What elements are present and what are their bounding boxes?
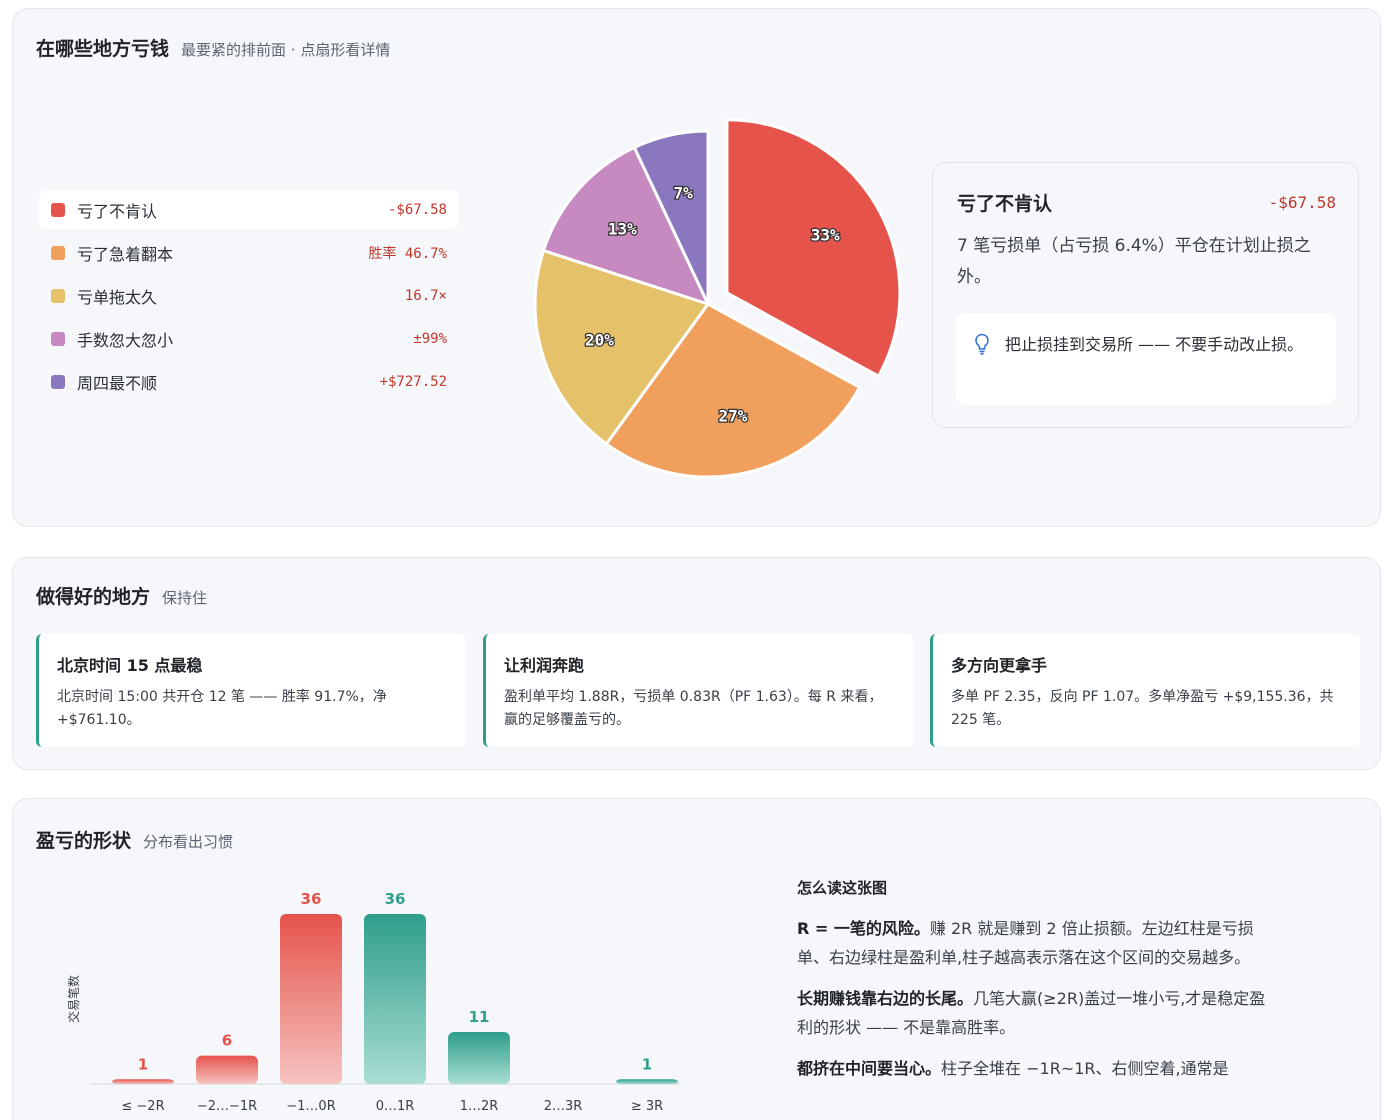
legend-label: 周四最不顺 xyxy=(77,373,158,393)
strengths-cards: 北京时间 15 点最稳 北京时间 15:00 共开仓 12 笔 —— 胜率 91… xyxy=(36,634,1360,747)
legend-swatch xyxy=(51,202,65,217)
legend-value: -$67.58 xyxy=(387,201,447,218)
x-tick-label: 1…2R xyxy=(460,1099,499,1114)
detail-value: -$67.58 xyxy=(1268,193,1336,212)
strength-title: 北京时间 15 点最稳 xyxy=(57,656,203,675)
chart-explanation: 怎么读这张图 R = 一笔的风险。赚 2R 就是赚到 2 倍止损额。左边红柱是亏… xyxy=(797,877,1277,1095)
bar-value-label: 36 xyxy=(385,890,406,908)
histogram-bar[interactable] xyxy=(280,914,342,1084)
bar-value-label: 6 xyxy=(222,1032,232,1050)
r-distribution-chart: 交易笔数 1 ≤ −2R 6 −2…−1R 36 −1…0R 36 0…1R 11 1…2R 2…3R… xyxy=(66,890,681,1114)
pie-slice-label: 27% xyxy=(718,406,747,425)
detail-title: 亏了不肯认 xyxy=(957,193,1053,215)
legend-label: 亏了不肯认 xyxy=(77,201,158,221)
x-tick-label: 0…1R xyxy=(376,1099,415,1114)
explanation-paragraph: 长期赚钱靠右边的长尾。几笔大赢(≥2R)盖过一堆小亏,才是稳定盈利的形状 —— … xyxy=(797,984,1277,1042)
legend-item-thursday[interactable]: 周四最不顺 +$727.52 xyxy=(39,362,459,401)
losses-title: 在哪些地方亏钱 xyxy=(36,38,170,60)
legend-value: +$727.52 xyxy=(379,373,447,390)
histogram-bar[interactable] xyxy=(448,1032,510,1084)
distribution-panel: 盈亏的形状 分布看出习惯 交易笔数 1 ≤ −2R 6 −2…−1R 36 −1…0R 36 0… xyxy=(12,798,1381,1120)
losses-header: 在哪些地方亏钱 最要紧的排前面 · 点扇形看详情 xyxy=(36,34,390,61)
histogram-bar[interactable] xyxy=(364,914,426,1084)
loss-detail-card: 亏了不肯认 -$67.58 7 笔亏损单（占亏损 6.4%）平仓在计划止损之外。… xyxy=(932,162,1359,428)
strength-card: 多方向更拿手 多单 PF 2.35，反向 PF 1.07。多单净盈亏 +$9,1… xyxy=(930,634,1360,747)
detail-description: 7 笔亏损单（占亏损 6.4%）平仓在计划止损之外。 xyxy=(957,236,1311,287)
pie-slice-label: 7% xyxy=(673,184,693,203)
pie-slice-label: 20% xyxy=(585,330,614,349)
strength-desc: 多单 PF 2.35，反向 PF 1.07。多单净盈亏 +$9,155.36，共… xyxy=(951,689,1334,728)
losses-panel: 在哪些地方亏钱 最要紧的排前面 · 点扇形看详情 亏了不肯认 -$67.58 亏… xyxy=(12,8,1381,527)
legend-label: 亏了急着翻本 xyxy=(77,244,174,264)
legend-swatch xyxy=(51,288,65,303)
x-tick-label: −1…0R xyxy=(286,1099,335,1114)
strengths-title: 做得好的地方 xyxy=(36,586,151,608)
explanation-lead: 长期赚钱靠右边的长尾。 xyxy=(797,989,974,1008)
bar-value-label: 1 xyxy=(138,1055,148,1073)
legend-swatch xyxy=(51,245,65,260)
histogram-bar[interactable] xyxy=(196,1055,258,1084)
legend-value: ±99% xyxy=(413,330,447,347)
explanation-paragraph: 都挤在中间要当心。柱子全堆在 −1R~1R、右侧空着,通常是 xyxy=(797,1054,1277,1083)
x-tick-label: ≤ −2R xyxy=(121,1099,164,1114)
distribution-title: 盈亏的形状 xyxy=(36,830,132,852)
explanation-lead: 都挤在中间要当心。 xyxy=(797,1059,942,1078)
pie-slice-label: 33% xyxy=(811,226,840,245)
strength-desc: 盈利单平均 1.88R，亏损单 0.83R（PF 1.63）。每 R 来看，赢的… xyxy=(504,689,883,728)
explanation-title: 怎么读这张图 xyxy=(797,879,888,897)
explanation-paragraph: R = 一笔的风险。赚 2R 就是赚到 2 倍止损额。左边红柱是亏损单、右边绿柱… xyxy=(797,914,1277,972)
strength-card: 北京时间 15 点最稳 北京时间 15:00 共开仓 12 笔 —— 胜率 91… xyxy=(36,634,466,747)
legend-value: 胜率 46.7% xyxy=(368,245,447,262)
bar-value-label: 11 xyxy=(469,1008,490,1026)
x-tick-label: 2…3R xyxy=(544,1099,583,1114)
losses-legend: 亏了不肯认 -$67.58 亏了急着翻本 胜率 46.7% 亏单拖太久 16.7… xyxy=(39,190,459,405)
legend-label: 手数忽大忽小 xyxy=(77,330,174,350)
legend-item-refuse-loss[interactable]: 亏了不肯认 -$67.58 xyxy=(39,190,459,229)
strength-title: 多方向更拿手 xyxy=(951,656,1048,675)
legend-label: 亏单拖太久 xyxy=(77,287,158,307)
x-tick-label: −2…−1R xyxy=(197,1099,257,1114)
lightbulb-icon xyxy=(975,333,989,355)
strengths-panel: 做得好的地方 保持住 北京时间 15 点最稳 北京时间 15:00 共开仓 12… xyxy=(12,557,1381,770)
distribution-subtitle: 分布看出习惯 xyxy=(143,833,234,851)
legend-item-size-swing[interactable]: 手数忽大忽小 ±99% xyxy=(39,319,459,358)
y-axis-label: 交易笔数 xyxy=(66,975,81,1023)
legend-item-hold-losers[interactable]: 亏单拖太久 16.7× xyxy=(39,276,459,315)
explanation-body: 柱子全堆在 −1R~1R、右侧空着,通常是 xyxy=(941,1059,1229,1078)
bar-value-label: 36 xyxy=(301,890,322,908)
legend-value: 16.7× xyxy=(404,287,447,304)
pie-slice-label: 13% xyxy=(608,219,637,238)
strengths-subtitle: 保持住 xyxy=(162,589,208,607)
bar-value-label: 1 xyxy=(642,1055,652,1073)
loss-pie-chart: 33% 27% 20% 13% 7% xyxy=(533,118,902,479)
strength-title: 让利润奔跑 xyxy=(504,656,585,675)
explanation-lead: R = 一笔的风险。 xyxy=(797,919,930,938)
histogram-bar[interactable] xyxy=(616,1079,678,1084)
legend-item-revenge-trade[interactable]: 亏了急着翻本 胜率 46.7% xyxy=(39,233,459,272)
legend-swatch xyxy=(51,374,65,389)
strength-desc: 北京时间 15:00 共开仓 12 笔 —— 胜率 91.7%，净 +$761.… xyxy=(57,689,387,728)
legend-swatch xyxy=(51,331,65,346)
tip-text: 把止损挂到交易所 —— 不要手动改止损。 xyxy=(1005,335,1304,354)
losses-subtitle: 最要紧的排前面 · 点扇形看详情 xyxy=(181,41,391,59)
distribution-header: 盈亏的形状 分布看出习惯 xyxy=(36,826,233,853)
strength-card: 让利润奔跑 盈利单平均 1.88R，亏损单 0.83R（PF 1.63）。每 R… xyxy=(483,634,913,747)
detail-tip: 把止损挂到交易所 —— 不要手动改止损。 xyxy=(956,313,1336,405)
histogram-bar[interactable] xyxy=(112,1079,174,1084)
x-tick-label: ≥ 3R xyxy=(631,1099,663,1114)
strengths-header: 做得好的地方 保持住 xyxy=(36,582,207,609)
